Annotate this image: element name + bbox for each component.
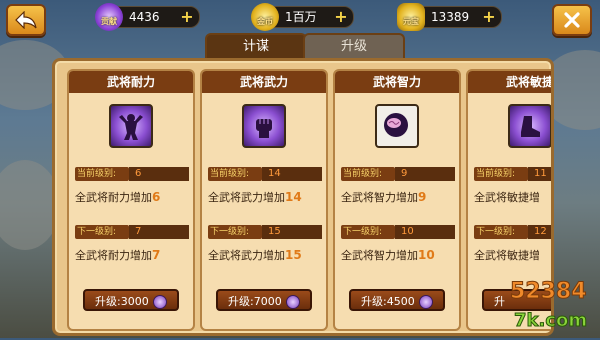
current-level-label: 当前级别: [208,167,262,181]
gold-counter: 金币 1百万 + [251,3,354,31]
tab-strategy[interactable]: 计谋 [205,33,307,59]
current-level-value: 14 [262,167,322,181]
stat-card-intelligence: 武将智力 当前级别: 9 全武将智力增加9 下一级别: 10 全武将智力增加10… [333,69,461,331]
card-title: 武将耐力 [69,71,193,93]
current-level-row: 当前级别: 11 [474,167,551,181]
current-level-value: 9 [395,167,455,181]
card-title: 武将敏捷 [468,71,551,93]
current-level-value: 11 [528,167,551,181]
contribution-counter: 贡献 4436 + [95,3,200,31]
upgrade-button[interactable]: 升级:7000 [216,289,312,311]
contribution-gem-icon [419,295,433,309]
tab-upgrade[interactable]: 升级 [303,33,405,59]
upgrade-panel: 武将耐力 当前级别: 6 全武将耐力增加6 下一级别: 7 全武将耐力增加7 升… [52,58,554,336]
ingot-value: 13389 [431,10,470,24]
add-ingot-button[interactable]: + [481,9,497,25]
next-level-label: 下一级别: [341,225,395,239]
next-level-row: 下一级别: 15 [208,225,322,239]
next-effect: 全武将耐力增加7 [75,248,161,262]
next-effect: 全武将敏捷增 [474,249,540,262]
contribution-gem-icon [153,295,167,309]
brain-icon [375,104,419,148]
next-level-row: 下一级别: 10 [341,225,455,239]
next-level-value: 12 [528,225,551,239]
stat-card-force: 武将武力 当前级别: 14 全武将武力增加14 下一级别: 15 全武将武力增加… [200,69,328,331]
next-level-row: 下一级别: 7 [75,225,189,239]
contribution-gem-icon [286,295,300,309]
watermark-line-2: 7k.com [514,310,587,331]
current-level-row: 当前级别: 6 [75,167,189,181]
treasure-ingot-icon: 元宝 [397,3,425,31]
contribution-value: 4436 [129,10,160,24]
stat-card-endurance: 武将耐力 当前级别: 6 全武将耐力增加6 下一级别: 7 全武将耐力增加7 升… [67,69,195,331]
next-level-label: 下一级别: [474,225,528,239]
next-level-label: 下一级别: [75,225,129,239]
current-effect: 全武将耐力增加6 [75,190,161,204]
boot-icon [508,104,551,148]
next-level-row: 下一级别: 12 [474,225,551,239]
next-level-label: 下一级别: [208,225,262,239]
current-level-label: 当前级别: [341,167,395,181]
current-effect: 全武将武力增加14 [208,190,302,204]
next-level-value: 7 [129,225,189,239]
tab-bar: 计谋 升级 [205,33,405,59]
next-effect: 全武将武力增加15 [208,248,302,262]
upgrade-button[interactable]: 升级:3000 [83,289,179,311]
current-level-value: 6 [129,167,189,181]
gold-value: 1百万 [285,10,317,24]
current-effect: 全武将智力增加9 [341,190,427,204]
add-contribution-button[interactable]: + [179,9,195,25]
next-level-value: 10 [395,225,455,239]
background-rock [0,160,60,250]
current-level-label: 当前级别: [75,167,129,181]
back-arrow-icon [15,11,37,29]
add-gold-button[interactable]: + [333,9,349,25]
current-level-row: 当前级别: 14 [208,167,322,181]
upgrade-button[interactable]: 升级:4500 [349,289,445,311]
watermark-line-1: 52384 [510,279,587,304]
fist-icon [242,104,286,148]
site-watermark: 52384 7k.com [500,270,600,336]
strength-body-icon [109,104,153,148]
contribution-gem-icon: 贡献 [95,3,123,31]
next-effect: 全武将智力增加10 [341,248,435,262]
ingot-counter: 元宝 13389 + [397,3,502,31]
gold-coin-icon: 金币 [251,3,279,31]
card-title: 武将智力 [335,71,459,93]
back-button[interactable] [6,4,46,36]
close-button[interactable] [552,4,592,36]
close-icon [564,12,580,28]
next-level-value: 15 [262,225,322,239]
current-level-row: 当前级别: 9 [341,167,455,181]
top-bar: 贡献 4436 + 金币 1百万 + 元宝 13389 + [0,0,600,36]
current-effect: 全武将敏捷增 [474,191,540,204]
card-title: 武将武力 [202,71,326,93]
current-level-label: 当前级别: [474,167,528,181]
